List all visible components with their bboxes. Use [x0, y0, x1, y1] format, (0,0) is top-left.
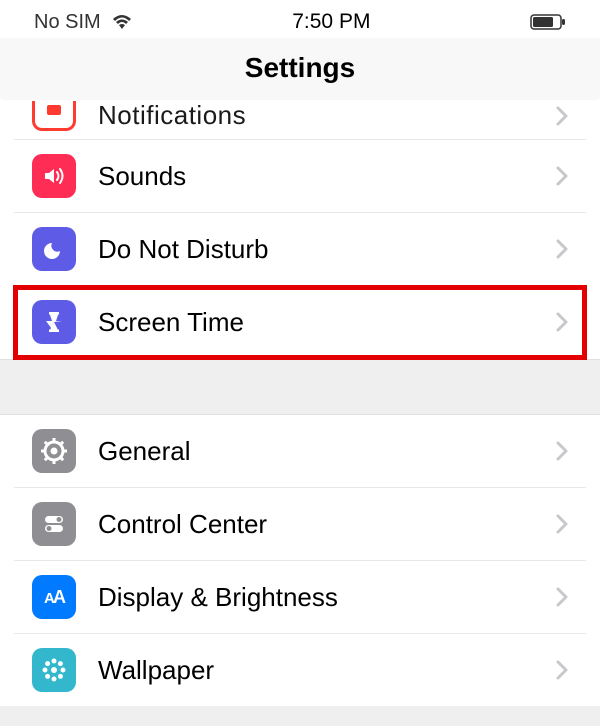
chevron-right-icon — [556, 166, 568, 186]
screentime-icon — [32, 300, 76, 344]
chevron-right-icon — [556, 239, 568, 259]
row-label: Screen Time — [98, 307, 556, 338]
row-label: Do Not Disturb — [98, 234, 556, 265]
clock: 7:50 PM — [292, 10, 370, 34]
settings-row-general[interactable]: General — [14, 415, 586, 488]
row-label: Display & Brightness — [98, 582, 556, 613]
controlcenter-icon — [32, 502, 76, 546]
dnd-icon — [32, 227, 76, 271]
settings-row-notifications[interactable]: Notifications — [14, 100, 586, 140]
chevron-right-icon — [556, 441, 568, 461]
bottom-gap — [0, 706, 600, 726]
status-bar: No SIM 7:50 PM — [14, 0, 586, 38]
settings-row-controlcenter[interactable]: Control Center — [14, 488, 586, 561]
carrier-label: No SIM — [34, 11, 101, 34]
row-label: General — [98, 436, 556, 467]
chevron-right-icon — [556, 514, 568, 534]
row-label: Wallpaper — [98, 655, 556, 686]
sounds-icon — [32, 154, 76, 198]
settings-row-wallpaper[interactable]: Wallpaper — [14, 634, 586, 706]
notifications-icon — [32, 101, 76, 131]
battery-icon — [530, 13, 566, 31]
wallpaper-icon — [32, 648, 76, 692]
settings-row-screentime[interactable]: Screen Time — [14, 286, 586, 359]
settings-row-display[interactable]: A A Display & Brightness — [14, 561, 586, 634]
settings-group-1: Notifications Sounds Do Not Disturb — [14, 100, 586, 359]
chevron-right-icon — [556, 312, 568, 332]
display-icon: A A — [32, 575, 76, 619]
svg-text:A: A — [53, 587, 66, 607]
settings-row-dnd[interactable]: Do Not Disturb — [14, 213, 586, 286]
chevron-right-icon — [556, 106, 568, 126]
row-label: Control Center — [98, 509, 556, 540]
chevron-right-icon — [556, 587, 568, 607]
chevron-right-icon — [556, 660, 568, 680]
wifi-icon — [111, 14, 133, 30]
row-label: Sounds — [98, 161, 556, 192]
row-label: Notifications — [98, 100, 556, 131]
group-separator — [0, 359, 600, 415]
settings-group-2: General Control Center A A Display & B — [14, 415, 586, 706]
page-title: Settings — [0, 38, 600, 100]
settings-row-sounds[interactable]: Sounds — [14, 140, 586, 213]
general-icon — [32, 429, 76, 473]
